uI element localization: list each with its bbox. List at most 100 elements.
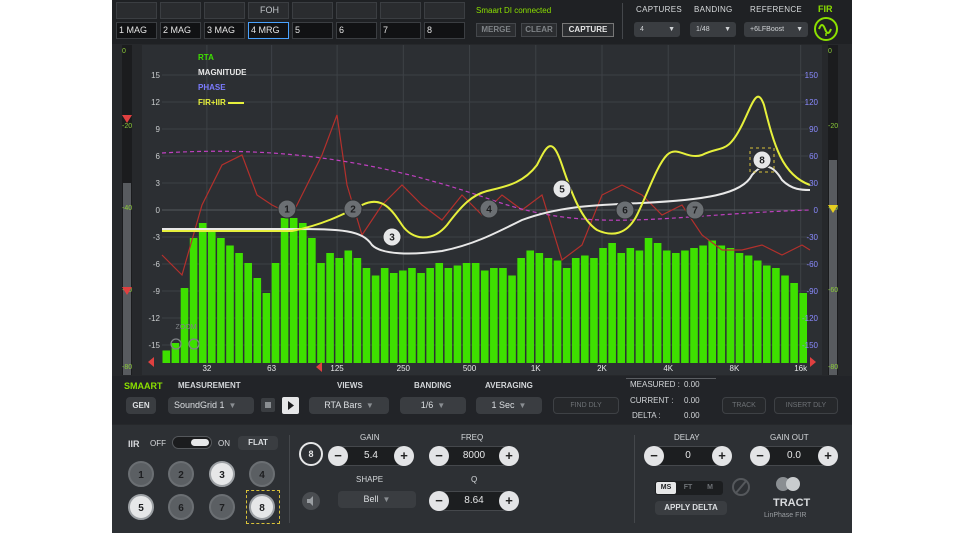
gain-value[interactable]: 5.4 xyxy=(348,448,394,464)
freq-increment-button[interactable]: + xyxy=(499,446,519,466)
delay-increment-button[interactable]: + xyxy=(712,446,732,466)
band-3-button[interactable]: 3 xyxy=(209,461,235,487)
phase-invert-icon[interactable] xyxy=(732,478,750,496)
band-6-button[interactable]: 6 xyxy=(168,494,194,520)
measurement-source-dropdown[interactable]: SoundGrid 1 ▼ xyxy=(168,397,254,414)
freq-value[interactable]: 8000 xyxy=(449,448,499,464)
delay-label: DELAY xyxy=(674,433,700,442)
band-5-button[interactable]: 5 xyxy=(128,494,154,520)
low-cut-marker[interactable] xyxy=(148,357,154,367)
gain-stepper[interactable]: − 5.4 + xyxy=(328,446,414,466)
iir-off-label: OFF xyxy=(150,439,166,448)
gain-decrement-button[interactable]: − xyxy=(328,446,348,466)
averaging-dropdown[interactable]: 1 Sec ▼ xyxy=(476,397,542,414)
rta-bar xyxy=(417,273,425,363)
capture-slot-4[interactable]: 4 MRG xyxy=(248,22,289,39)
track-button[interactable]: TRACK xyxy=(722,397,766,414)
flat-button[interactable]: FLAT xyxy=(238,436,278,450)
phase-tick-label: 90 xyxy=(809,125,818,134)
capture-slot-6[interactable]: 6 xyxy=(336,22,377,39)
gain-out-decrement-button[interactable]: − xyxy=(750,446,770,466)
gen-button[interactable]: GEN xyxy=(126,397,156,414)
meter-tick-label: -80 xyxy=(828,364,839,371)
stop-button[interactable] xyxy=(261,398,275,412)
freq-tick-label: 1K xyxy=(531,364,541,373)
band-power-button[interactable]: 8 xyxy=(299,442,323,466)
capture-slot-top-3[interactable] xyxy=(204,2,245,19)
chevron-down-icon: ▼ xyxy=(724,26,731,33)
unit-ms-button[interactable]: MS xyxy=(656,482,676,494)
find-delay-button[interactable]: FIND DLY xyxy=(553,397,619,414)
band-4-button[interactable]: 4 xyxy=(249,461,275,487)
merge-button[interactable]: MERGE xyxy=(476,23,516,37)
capture-slot-2[interactable]: 2 MAG xyxy=(160,22,201,39)
delay-value[interactable]: 0 xyxy=(664,448,712,464)
rta-bar xyxy=(726,248,735,363)
rta-bar xyxy=(735,253,744,363)
meter-tick-label: 0 xyxy=(122,48,126,55)
q-increment-button[interactable]: + xyxy=(499,491,519,511)
brand-name: TRACT xyxy=(773,497,811,509)
delta-value: 0.00 xyxy=(684,411,700,420)
gain-increment-button[interactable]: + xyxy=(394,446,414,466)
meter-tick-label: -40 xyxy=(122,205,133,212)
analyzer-plot[interactable]: 1 23456 7815129630-3-6-9-12-15150120906030… xyxy=(142,45,822,375)
delay-unit-selector[interactable]: MS FT M xyxy=(655,481,723,495)
q-stepper[interactable]: − 8.64 + xyxy=(429,491,519,511)
rta-bar xyxy=(171,343,180,363)
capture-slot-8[interactable]: 8 xyxy=(424,22,465,39)
unit-m-button[interactable]: M xyxy=(700,482,720,494)
freq-decrement-button[interactable]: − xyxy=(429,446,449,466)
q-decrement-button[interactable]: − xyxy=(429,491,449,511)
capture-slot-5[interactable]: 5 xyxy=(292,22,333,39)
banding-top-dropdown[interactable]: 1/48 ▼ xyxy=(690,22,736,37)
rta-bar xyxy=(562,268,571,363)
fir-mode-icon[interactable] xyxy=(814,17,838,41)
capture-slot-3[interactable]: 3 MAG xyxy=(204,22,245,39)
rta-bar xyxy=(308,238,316,363)
gain-out-stepper[interactable]: − 0.0 + xyxy=(750,446,838,466)
db-tick-label: 15 xyxy=(151,71,160,80)
chevron-down-icon: ▼ xyxy=(365,401,374,410)
freq-stepper[interactable]: − 8000 + xyxy=(429,446,519,466)
legend-phase[interactable]: PHASE xyxy=(198,83,226,92)
capture-button[interactable]: CAPTURE xyxy=(562,23,614,37)
iir-toggle[interactable] xyxy=(172,436,212,449)
speaker-icon[interactable] xyxy=(302,492,320,510)
delay-decrement-button[interactable]: − xyxy=(644,446,664,466)
band-8-button[interactable]: 8 xyxy=(249,494,275,520)
capture-slot-top-8[interactable] xyxy=(424,2,465,19)
clear-button[interactable]: CLEAR xyxy=(521,23,557,37)
gain-out-increment-button[interactable]: + xyxy=(818,446,838,466)
capture-slot-7[interactable]: 7 xyxy=(380,22,421,39)
band-2-button[interactable]: 2 xyxy=(168,461,194,487)
legend-fir-iir[interactable]: FIR+IIR xyxy=(198,98,245,107)
banding-dropdown[interactable]: 1/6 ▼ xyxy=(400,397,466,414)
apply-delta-button[interactable]: APPLY DELTA xyxy=(655,501,727,515)
high-cut-marker[interactable] xyxy=(810,357,816,367)
rta-bar xyxy=(280,218,289,363)
band-7-button[interactable]: 7 xyxy=(209,494,235,520)
capture-slot-top-5[interactable] xyxy=(292,2,333,19)
band-1-button[interactable]: 1 xyxy=(128,461,154,487)
capture-slot-top-2[interactable] xyxy=(160,2,201,19)
analyzer-graph[interactable]: 1 2 3 4 5 6 7 8 15 12 9 6 3 0 -3 -6 -9 -12 -15 150 120 90 60 30… xyxy=(142,45,822,375)
q-value[interactable]: 8.64 xyxy=(449,493,499,509)
range-marker[interactable] xyxy=(316,362,322,372)
captures-dropdown[interactable]: 4 ▼ xyxy=(634,22,680,37)
legend-magnitude[interactable]: MAGNITUDE xyxy=(198,68,246,77)
capture-slot-top-6[interactable] xyxy=(336,2,377,19)
capture-slot-top-7[interactable] xyxy=(380,2,421,19)
unit-ft-button[interactable]: FT xyxy=(678,482,698,494)
capture-slot-top-1[interactable] xyxy=(116,2,157,19)
delay-stepper[interactable]: − 0 + xyxy=(644,446,732,466)
db-tick-label: -12 xyxy=(148,314,160,323)
legend-rta[interactable]: RTA xyxy=(198,53,214,62)
capture-slot-1[interactable]: 1 MAG xyxy=(116,22,157,39)
gain-out-value[interactable]: 0.0 xyxy=(770,448,818,464)
shape-dropdown[interactable]: Bell ▼ xyxy=(338,491,416,508)
views-dropdown[interactable]: RTA Bars ▼ xyxy=(309,397,389,414)
insert-delay-button[interactable]: INSERT DLY xyxy=(774,397,838,414)
reference-dropdown[interactable]: +6LFBoost ▼ xyxy=(744,22,808,37)
play-button[interactable] xyxy=(282,397,299,414)
